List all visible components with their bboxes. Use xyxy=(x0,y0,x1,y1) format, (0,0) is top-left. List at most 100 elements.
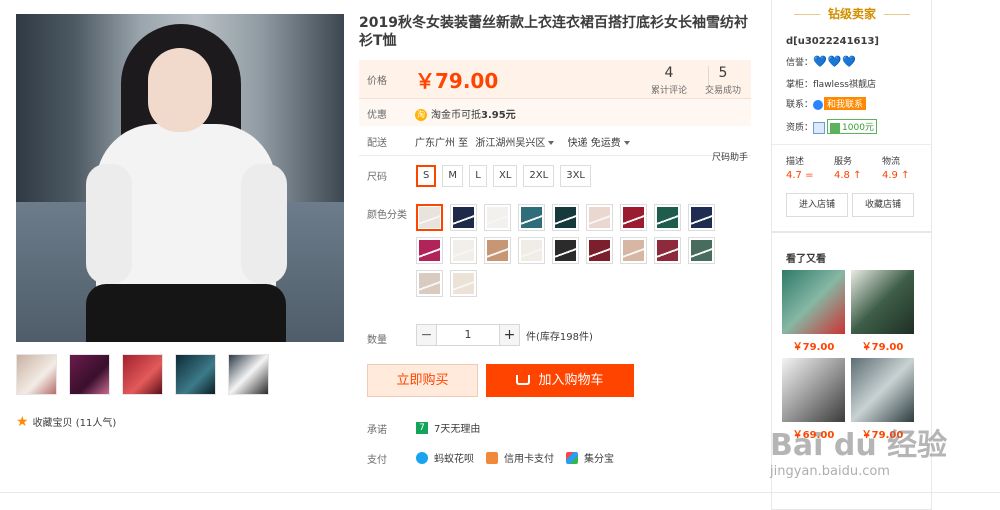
contact-button[interactable]: 和我联系 xyxy=(824,97,867,110)
price-box: 价格 ￥79.00 4 累计评论 5 交易成功 xyxy=(359,60,751,98)
product-price: ￥79.00 xyxy=(792,342,835,353)
color-swatch[interactable] xyxy=(586,237,613,264)
buy-now-button[interactable]: 立即购买 xyxy=(367,364,478,397)
deals-count: 5 xyxy=(718,65,728,81)
color-swatch[interactable] xyxy=(688,237,715,264)
quantity-input[interactable]: 1 xyxy=(437,324,499,346)
deposit-badge[interactable]: 1000元 xyxy=(827,119,877,134)
color-swatch[interactable] xyxy=(586,204,613,231)
shopkeeper-label: 掌柜： xyxy=(786,80,814,90)
color-swatch[interactable] xyxy=(552,237,579,264)
thumbnail[interactable] xyxy=(122,354,163,395)
pledge-item[interactable]: 7 7天无理由 xyxy=(416,420,480,435)
also-viewed-item[interactable]: ￥79.00 xyxy=(851,270,914,353)
footer-divider xyxy=(0,492,1000,493)
color-swatch-thumbnail xyxy=(521,240,542,261)
size-option-xl[interactable]: XL xyxy=(493,165,518,187)
color-swatch[interactable] xyxy=(416,237,443,264)
favorite-item[interactable]: ★ 收藏宝贝 (11人气) xyxy=(16,414,116,430)
color-swatch-thumbnail xyxy=(419,273,440,294)
color-swatch[interactable] xyxy=(654,237,681,264)
color-swatch[interactable] xyxy=(416,270,443,297)
color-swatch[interactable] xyxy=(654,204,681,231)
score-logistics: 物流 4.9 ↑ xyxy=(882,154,928,181)
color-swatch[interactable] xyxy=(518,204,545,231)
seller-shopkeeper: 掌柜：flawless祺靓店 xyxy=(786,77,876,90)
payment-method: 信用卡支付 xyxy=(504,454,554,465)
stock-text: 件(库存198件) xyxy=(526,331,593,343)
size-option-3xl[interactable]: 3XL xyxy=(560,165,592,187)
collect-store-button[interactable]: 收藏店铺 xyxy=(852,193,914,217)
color-swatch[interactable] xyxy=(450,237,477,264)
payment-label: 支付 xyxy=(367,455,387,466)
quantity-label: 数量 xyxy=(367,335,387,346)
color-swatch[interactable] xyxy=(484,204,511,231)
size-option-l[interactable]: L xyxy=(469,165,487,187)
size-option-s[interactable]: S xyxy=(416,165,437,187)
color-label: 颜色分类 xyxy=(367,210,407,221)
qualification-label: 资质： xyxy=(786,123,814,133)
color-swatch[interactable] xyxy=(688,204,715,231)
score-key: 服务 xyxy=(834,157,853,167)
thumbnail[interactable] xyxy=(69,354,110,395)
product-thumbnail xyxy=(851,270,914,334)
color-swatch[interactable] xyxy=(518,237,545,264)
quantity-increase-button[interactable]: + xyxy=(499,324,520,346)
color-swatch[interactable] xyxy=(552,204,579,231)
thumbnail[interactable] xyxy=(16,354,57,395)
color-swatch[interactable] xyxy=(450,270,477,297)
score-service: 服务 4.8 ↑ xyxy=(834,154,880,181)
payment-huabei: 蚂蚁花呗 xyxy=(416,450,474,465)
divider xyxy=(359,155,751,156)
shipping-method[interactable]: 快递 免运费 xyxy=(568,138,630,149)
shopping-cart-icon xyxy=(516,375,531,385)
price-value: ￥79.00 xyxy=(415,69,499,93)
photo-model-face xyxy=(148,48,212,132)
score-key: 描述 xyxy=(786,157,805,167)
also-viewed-item[interactable]: ￥79.00 xyxy=(782,270,845,353)
main-product-image[interactable] xyxy=(16,14,344,342)
seller-panel: 钻级卖家 d[u3022241613] 信誉：💙💙💙 掌柜：flawless祺靓… xyxy=(771,0,932,232)
promo-text: 淘淘金币可抵3.95元 xyxy=(415,106,516,121)
add-to-cart-button[interactable]: 加入购物车 xyxy=(486,364,634,397)
size-option-m[interactable]: M xyxy=(442,165,463,187)
color-swatch-thumbnail xyxy=(521,207,542,228)
product-price: ￥79.00 xyxy=(861,342,904,353)
color-swatch[interactable] xyxy=(416,204,443,231)
color-swatch[interactable] xyxy=(450,204,477,231)
quantity-decrease-button[interactable]: − xyxy=(416,324,437,346)
color-swatch[interactable] xyxy=(484,237,511,264)
wangwang-icon xyxy=(813,99,824,110)
huabei-icon xyxy=(416,451,428,464)
reviews-stat[interactable]: 4 累计评论 xyxy=(645,65,693,96)
score-value: 4.9 ↑ xyxy=(882,170,910,181)
shipping-method-label: 快递 免运费 xyxy=(567,138,621,149)
enter-store-button[interactable]: 进入店铺 xyxy=(786,193,848,217)
color-swatch-thumbnail xyxy=(453,240,474,261)
size-option-2xl[interactable]: 2XL xyxy=(523,165,555,187)
certificate-icon[interactable] xyxy=(813,121,826,134)
size-helper-link[interactable]: 尺码助手 xyxy=(712,150,748,163)
size-label: 尺码 xyxy=(367,172,387,183)
deals-label: 交易成功 xyxy=(704,86,741,96)
color-swatch[interactable] xyxy=(620,237,647,264)
thumbnail[interactable] xyxy=(175,354,216,395)
color-swatch-thumbnail xyxy=(555,207,576,228)
shipping-destination[interactable]: 浙江湖州吴兴区 xyxy=(475,138,555,149)
shopkeeper-name[interactable]: flawless祺靓店 xyxy=(813,80,876,90)
color-swatches xyxy=(416,204,716,297)
seller-contact: 联系： 和我联系 xyxy=(786,97,867,110)
price-label: 价格 xyxy=(367,76,387,87)
color-swatch-thumbnail xyxy=(555,240,576,261)
color-swatch-thumbnail xyxy=(657,240,678,261)
credit-card-icon xyxy=(486,451,498,464)
promo-label: 优惠 xyxy=(367,110,387,121)
color-swatch-thumbnail xyxy=(487,240,508,261)
score-description: 描述 4.7 = xyxy=(786,154,832,181)
product-thumbnail xyxy=(851,358,914,422)
color-swatch[interactable] xyxy=(620,204,647,231)
deposit-amount: 1000元 xyxy=(842,123,874,133)
also-viewed-title: 看了又看 xyxy=(786,254,826,265)
color-swatch-thumbnail xyxy=(487,207,508,228)
thumbnail[interactable] xyxy=(228,354,269,395)
